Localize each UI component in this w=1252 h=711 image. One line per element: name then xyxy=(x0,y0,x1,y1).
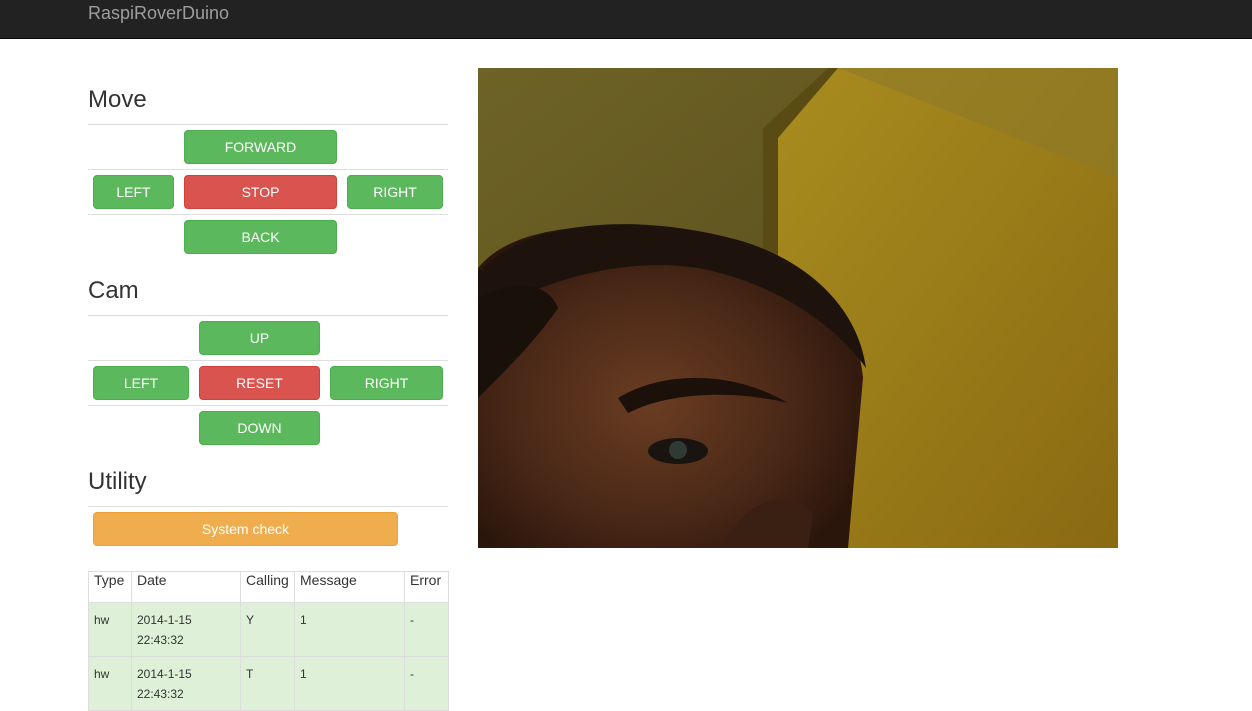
column-header-calling: Calling xyxy=(240,571,295,603)
cell-calling: Y xyxy=(240,602,295,657)
system-check-button[interactable]: System check xyxy=(93,512,398,546)
cell-message: 1 xyxy=(294,602,405,657)
cell-message: 1 xyxy=(294,656,405,711)
cell-error: - xyxy=(404,656,449,711)
divider xyxy=(88,405,448,406)
move-section-title: Move xyxy=(88,86,147,113)
table-row: hw 2014-1-15 22:43:32 T 1 - xyxy=(88,656,449,711)
cell-calling: T xyxy=(240,656,295,711)
move-left-button[interactable]: LEFT xyxy=(93,175,174,209)
cell-error: - xyxy=(404,602,449,657)
table-row: hw 2014-1-15 22:43:32 Y 1 - xyxy=(88,602,449,657)
cell-date: 2014-1-15 22:43:32 xyxy=(131,656,241,711)
move-right-button[interactable]: RIGHT xyxy=(347,175,443,209)
divider xyxy=(88,169,448,170)
divider xyxy=(88,315,448,316)
camera-stream xyxy=(478,68,1118,548)
cam-down-button[interactable]: DOWN xyxy=(199,411,320,445)
table-header-row: Type Date Calling Message Error xyxy=(88,571,449,603)
cam-up-button[interactable]: UP xyxy=(199,321,320,355)
cell-date: 2014-1-15 22:43:32 xyxy=(131,602,241,657)
cam-reset-button[interactable]: RESET xyxy=(199,366,320,400)
camera-frame-image xyxy=(478,68,1118,548)
cell-type: hw xyxy=(88,602,132,657)
divider xyxy=(88,214,448,215)
column-header-message: Message xyxy=(294,571,405,603)
cam-section-title: Cam xyxy=(88,277,139,304)
cell-type: hw xyxy=(88,656,132,711)
cam-left-button[interactable]: LEFT xyxy=(93,366,189,400)
divider xyxy=(88,360,448,361)
move-stop-button[interactable]: STOP xyxy=(184,175,337,209)
column-header-error: Error xyxy=(404,571,449,603)
move-back-button[interactable]: BACK xyxy=(184,220,337,254)
navbar: RaspiRoverDuino xyxy=(0,0,1252,39)
cam-right-button[interactable]: RIGHT xyxy=(330,366,443,400)
log-table: Type Date Calling Message Error hw 2014-… xyxy=(88,571,449,711)
column-header-date: Date xyxy=(131,571,241,603)
utility-section-title: Utility xyxy=(88,468,147,495)
column-header-type: Type xyxy=(88,571,132,603)
divider xyxy=(88,124,448,125)
move-forward-button[interactable]: FORWARD xyxy=(184,130,337,164)
brand-link[interactable]: RaspiRoverDuino xyxy=(88,3,229,23)
divider xyxy=(88,506,448,507)
